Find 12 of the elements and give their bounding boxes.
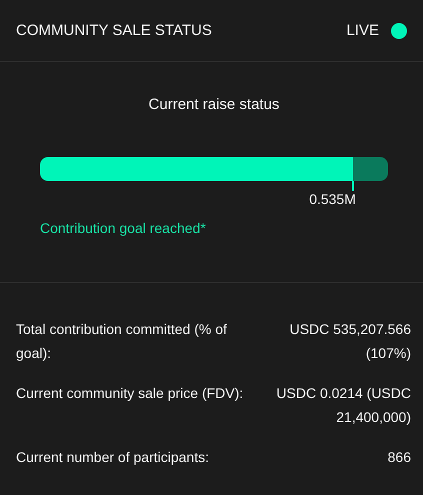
- stat-value: USDC 0.0214 (USDC 21,400,000): [275, 384, 411, 427]
- marker-tick-icon: [352, 181, 354, 191]
- section-title: Current raise status: [148, 96, 280, 113]
- goal-note: Contribution goal reached*: [40, 220, 207, 236]
- stat-label: Current number of participants:: [16, 448, 210, 467]
- status-label: LIVE: [346, 22, 379, 39]
- stat-value: USDC 535,207.566 (107%): [288, 320, 411, 363]
- marker-label: 0.535M: [309, 191, 356, 207]
- stat-label: Total contribution committed (% of goal):: [16, 320, 228, 363]
- stat-value: 866: [386, 448, 411, 467]
- stat-label: Current community sale price (FDV):: [16, 384, 244, 403]
- card-title: COMMUNITY SALE STATUS: [16, 22, 212, 39]
